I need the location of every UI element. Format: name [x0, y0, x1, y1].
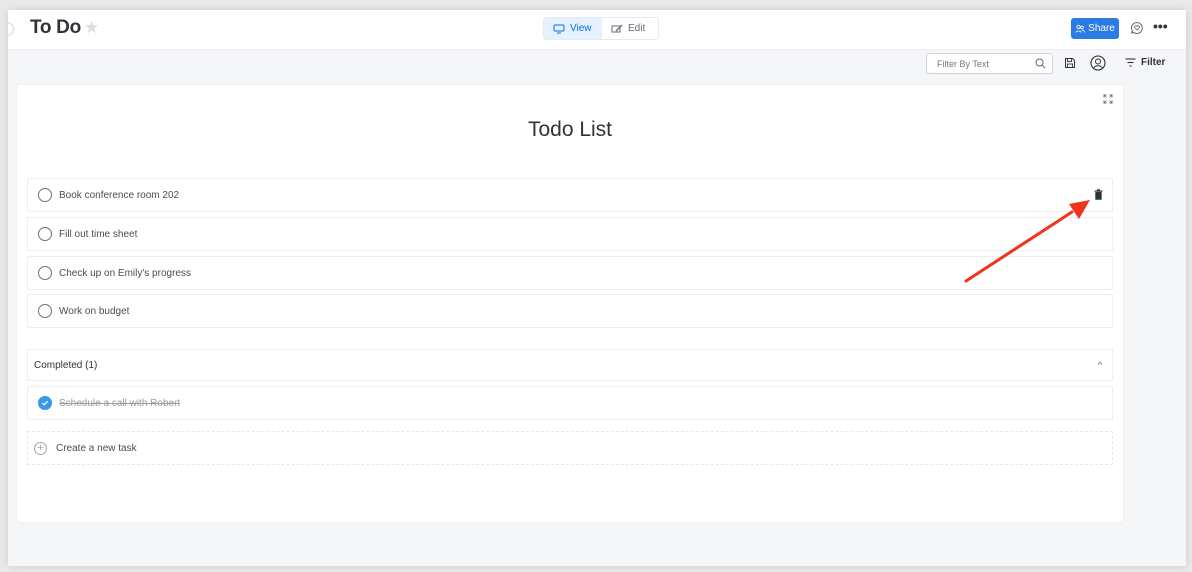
task-item[interactable]: Book conference room 202	[27, 178, 1113, 212]
completed-section-header[interactable]: Completed (1) ^	[27, 349, 1113, 381]
monitor-icon	[553, 24, 565, 33]
checkmark-icon	[41, 400, 49, 406]
chevron-up-icon[interactable]: ^	[1098, 360, 1102, 370]
todo-widget: Todo List Book conference room 202 Fill …	[16, 84, 1124, 523]
filter-by-text-input[interactable]	[937, 59, 1027, 69]
search-icon[interactable]	[1035, 58, 1046, 69]
view-tab-label: View	[570, 23, 592, 34]
task-label[interactable]: Schedule a call with Robert	[59, 398, 180, 409]
board-header: To Do ★ View Edit Share •••	[8, 10, 1186, 50]
task-item[interactable]: Work on budget	[27, 294, 1113, 328]
board-title[interactable]: To Do	[30, 17, 81, 39]
filter-icon	[1125, 58, 1136, 67]
person-filter-icon[interactable]	[1090, 55, 1106, 71]
task-label[interactable]: Check up on Emily's progress	[59, 268, 191, 279]
task-label[interactable]: Work on budget	[59, 306, 129, 317]
plus-circle-icon[interactable]: +	[34, 441, 47, 455]
completed-task-item[interactable]: Schedule a call with Robert	[27, 386, 1113, 420]
task-checkbox[interactable]	[38, 227, 52, 241]
fullscreen-expand-icon[interactable]	[1103, 94, 1113, 104]
share-button[interactable]: Share	[1071, 18, 1119, 39]
task-checked-checkbox[interactable]	[38, 396, 52, 410]
more-options-icon[interactable]: •••	[1153, 18, 1168, 34]
create-task-row[interactable]: + Create a new task	[27, 431, 1113, 465]
save-icon[interactable]	[1064, 57, 1076, 69]
share-label: Share	[1088, 23, 1115, 34]
chat-heart-icon[interactable]	[1130, 21, 1144, 35]
task-checkbox[interactable]	[38, 188, 52, 202]
task-label[interactable]: Book conference room 202	[59, 190, 179, 201]
users-icon	[1075, 24, 1086, 33]
filter-by-text-input-wrapper	[926, 53, 1053, 74]
task-item[interactable]: Fill out time sheet	[27, 217, 1113, 251]
task-label[interactable]: Fill out time sheet	[59, 229, 137, 240]
edit-tab[interactable]: Edit	[602, 18, 654, 39]
pencil-icon	[611, 24, 623, 32]
favorite-star-icon[interactable]: ★	[84, 18, 99, 38]
trash-icon[interactable]	[1094, 189, 1103, 200]
app-window: To Do ★ View Edit Share ••• Filter T	[8, 10, 1186, 566]
completed-section-label: Completed (1)	[34, 359, 98, 371]
todo-list-title: Todo List	[527, 118, 613, 141]
view-edit-toggle: View Edit	[543, 17, 659, 40]
edit-tab-label: Edit	[628, 23, 646, 34]
filter-label: Filter	[1141, 57, 1166, 68]
filter-button[interactable]: Filter	[1125, 57, 1165, 68]
view-tab[interactable]: View	[544, 18, 602, 39]
task-item[interactable]: Check up on Emily's progress	[27, 256, 1113, 290]
task-checkbox[interactable]	[38, 266, 52, 280]
task-checkbox[interactable]	[38, 304, 52, 318]
collapse-sidebar-handle[interactable]	[8, 22, 14, 36]
create-task-label[interactable]: Create a new task	[56, 443, 137, 454]
